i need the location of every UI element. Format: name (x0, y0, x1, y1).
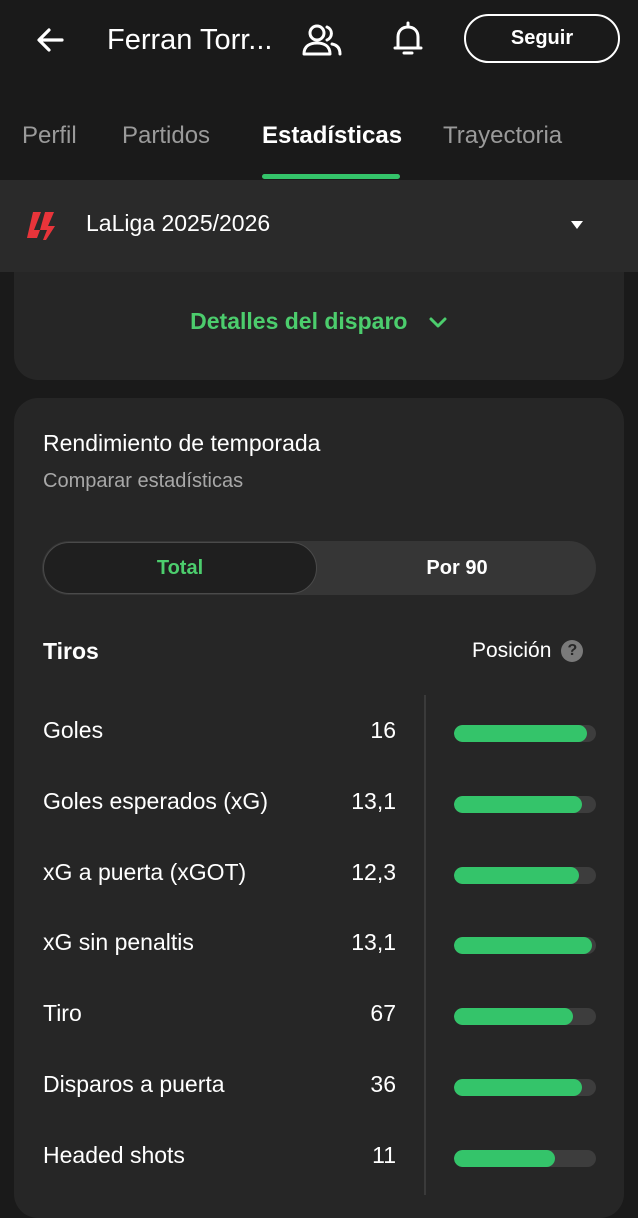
shot-details-card: Detalles del disparo (14, 272, 624, 380)
stat-row: Goles esperados (xG) 13,1 (14, 782, 624, 822)
stat-row: xG a puerta (xGOT) 12,3 (14, 853, 624, 893)
stat-label: Tiro (43, 1000, 82, 1027)
stat-value: 11 (372, 1141, 396, 1168)
tab-perfil[interactable]: Perfil (22, 122, 77, 150)
stat-label: Goles (43, 717, 104, 743)
percentile-bar (454, 725, 596, 742)
position-header: Posición ? (472, 639, 584, 663)
total-per90-toggle: Por 90 Total (42, 541, 596, 595)
laliga-logo (27, 212, 55, 240)
percentile-bar (454, 1008, 596, 1026)
back-button[interactable] (28, 18, 72, 62)
stat-row: Goles 16 (14, 711, 624, 751)
stat-row: Headed shots 11 (14, 1136, 624, 1176)
bell-icon (393, 21, 423, 55)
percentile-bar (454, 1149, 596, 1167)
stat-value: 36 (370, 1071, 396, 1097)
percentile-bar-fill (454, 1079, 582, 1096)
shot-details-toggle[interactable]: Detalles del disparo (14, 308, 624, 335)
stat-value: 67 (370, 1000, 396, 1027)
tab-trayectoria[interactable]: Trayectoria (443, 122, 562, 150)
percentile-bar-fill (454, 725, 588, 742)
chevron-down-icon (429, 317, 447, 328)
player-name-title: Ferran Torr... (107, 24, 273, 56)
percentile-bar-fill (454, 795, 582, 813)
tab-partidos[interactable]: Partidos (122, 122, 210, 150)
stat-value: 13,1 (351, 929, 396, 956)
app-bar: Ferran Torr... Seguir (0, 0, 638, 80)
percentile-bar-fill (454, 1008, 574, 1026)
percentile-bar-fill (454, 866, 579, 884)
active-tab-indicator (262, 174, 400, 179)
help-icon[interactable]: ? (561, 640, 584, 662)
toggle-total[interactable]: Total (43, 542, 317, 594)
stat-value: 13,1 (351, 787, 396, 814)
stat-row: Disparos a puerta 36 (14, 1065, 624, 1105)
stat-label: Goles esperados (xG) (43, 787, 268, 814)
stat-row: Tiro 67 (14, 994, 624, 1034)
stat-value: 16 (370, 717, 396, 743)
caret-down-icon (571, 221, 583, 229)
league-name: LaLiga 2025/2026 (86, 210, 271, 236)
season-performance-card: Rendimiento de temporada Comparar estadí… (14, 398, 624, 1218)
percentile-bar-fill (454, 1149, 555, 1167)
people-button[interactable] (298, 18, 346, 62)
notifications-button[interactable] (384, 16, 432, 62)
percentile-bar-fill (454, 937, 592, 955)
follow-button[interactable]: Seguir (464, 14, 620, 63)
percentile-bar (454, 937, 596, 955)
back-arrow-icon (37, 28, 64, 52)
percentile-bar (454, 1079, 596, 1096)
stat-label: Headed shots (43, 1141, 185, 1168)
card-subtitle: Comparar estadísticas (43, 470, 244, 492)
toggle-per90[interactable]: Por 90 (318, 541, 596, 595)
position-label: Posición (472, 639, 552, 662)
card-title: Rendimiento de temporada (43, 430, 321, 456)
stat-value: 12,3 (351, 858, 396, 885)
stat-row: xG sin penaltis 13,1 (14, 923, 624, 963)
percentile-bar (454, 866, 596, 884)
stat-label: Disparos a puerta (43, 1071, 225, 1097)
league-selector[interactable]: LaLiga 2025/2026 (0, 180, 638, 272)
people-icon (302, 24, 342, 56)
section-title-tiros: Tiros (43, 638, 99, 664)
stat-label: xG a puerta (xGOT) (43, 858, 247, 885)
percentile-bar (454, 795, 596, 813)
shot-details-label: Detalles del disparo (190, 308, 408, 334)
tab-bar: Perfil Partidos Estadísticas Trayectoria (0, 100, 638, 180)
tab-estadisticas[interactable]: Estadísticas (262, 122, 402, 150)
stat-label: xG sin penaltis (43, 929, 194, 956)
